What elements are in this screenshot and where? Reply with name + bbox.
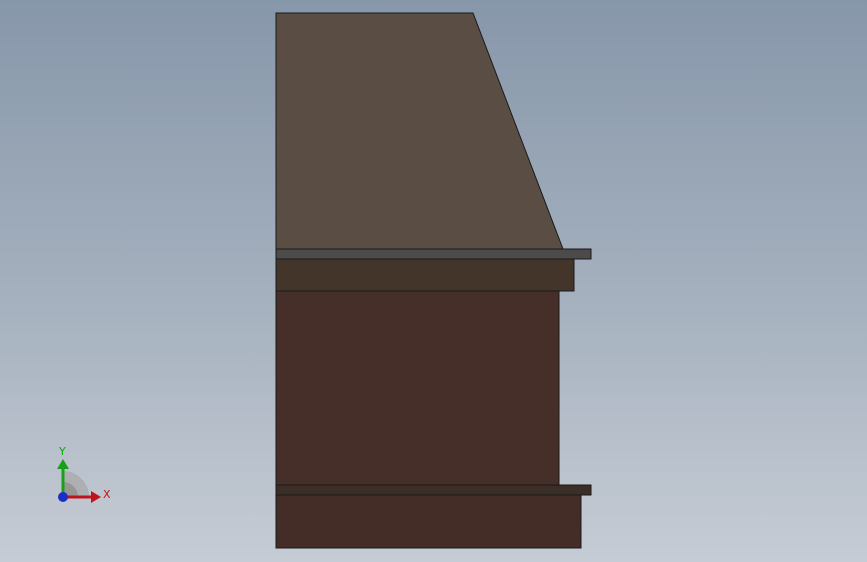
top-flange-face[interactable] xyxy=(275,248,592,260)
base-block-face[interactable] xyxy=(275,494,582,549)
x-axis-label: X xyxy=(103,488,111,501)
collar-face[interactable] xyxy=(275,258,575,292)
x-axis-arrow-icon xyxy=(91,491,101,503)
y-axis-arrow-icon xyxy=(57,459,69,469)
y-axis-label: Y xyxy=(58,445,66,458)
graphics-viewport[interactable]: Y X xyxy=(0,0,867,562)
bottom-flange-face[interactable] xyxy=(275,484,592,496)
main-body-face[interactable] xyxy=(275,290,560,486)
reference-triad: Y X xyxy=(57,445,111,503)
hopper-face[interactable] xyxy=(275,12,564,250)
z-axis-dot-icon xyxy=(58,492,68,502)
part-model-side-view[interactable] xyxy=(0,0,867,562)
